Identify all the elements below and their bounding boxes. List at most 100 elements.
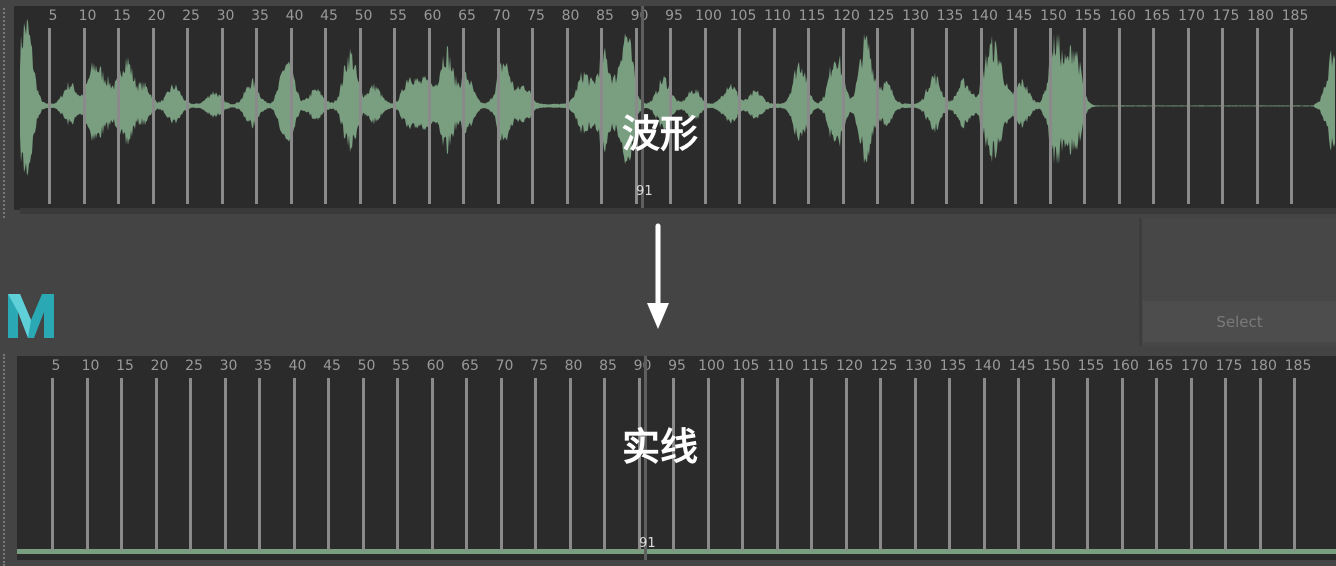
frame-label: 135 (939, 358, 967, 374)
frame-label: 10 (81, 358, 100, 374)
frame-tick (324, 28, 327, 204)
frame-tick (844, 378, 848, 550)
frame-tick (51, 378, 54, 550)
frame-label: 50 (354, 8, 373, 24)
frame-tick (876, 28, 879, 204)
frame-tick (807, 28, 810, 204)
frame-label: 90 (633, 358, 652, 374)
panel-grip[interactable] (3, 354, 9, 566)
frame-label: 150 (1043, 358, 1070, 374)
frame-label: 75 (530, 358, 548, 374)
frame-tick (1120, 378, 1124, 550)
frame-label: 15 (113, 8, 131, 24)
frame-label: 180 (1247, 8, 1274, 24)
frame-label: 110 (767, 358, 794, 374)
frame-tick (1258, 378, 1262, 550)
frame-tick (534, 378, 537, 550)
frame-tick (910, 28, 914, 204)
frame-tick (117, 28, 120, 204)
waveform-caption: 波形 (621, 112, 699, 156)
frame-label: 125 (867, 8, 895, 24)
frame-label: 170 (1178, 8, 1205, 24)
frame-tick (151, 28, 155, 204)
frame-label: 160 (1109, 8, 1136, 24)
frame-tick (289, 28, 293, 204)
frame-tick (810, 378, 813, 550)
frame-label: 40 (285, 8, 304, 24)
frame-label: 45 (320, 8, 338, 24)
frame-label: 160 (1112, 358, 1139, 374)
select-button[interactable]: Select (1143, 301, 1336, 342)
frame-tick (1255, 28, 1259, 204)
frame-tick (1290, 28, 1293, 204)
frame-label: 5 (48, 8, 58, 24)
frame-label: 80 (564, 358, 583, 374)
frame-label: 155 (1077, 358, 1105, 374)
frame-tick (982, 378, 986, 550)
frame-label: 55 (389, 8, 407, 24)
frame-tick (741, 378, 744, 550)
frame-label: 5 (51, 358, 61, 374)
frame-label: 15 (116, 358, 134, 374)
panel-grip[interactable] (3, 8, 9, 218)
solid-caption: 实线 (621, 425, 699, 469)
frame-label: 145 (1008, 358, 1036, 374)
frame-tick (1155, 378, 1158, 550)
frame-label: 155 (1074, 8, 1102, 24)
frame-tick (1224, 378, 1227, 550)
frame-tick (879, 378, 882, 550)
frame-tick (186, 28, 189, 204)
frame-tick (1017, 378, 1020, 550)
frame-tick (1014, 28, 1017, 204)
frame-label: 165 (1146, 358, 1174, 374)
frame-label: 175 (1212, 8, 1240, 24)
frame-label: 100 (698, 358, 725, 374)
frame-tick (775, 378, 779, 550)
frame-label: 105 (732, 358, 760, 374)
frame-tick (361, 378, 365, 550)
frame-label: 185 (1281, 8, 1309, 24)
frame-label: 20 (150, 358, 169, 374)
frame-tick (703, 28, 707, 204)
frame-label: 95 (665, 8, 683, 24)
frame-label: 50 (357, 358, 376, 374)
frame-label: 140 (971, 8, 998, 24)
time-slider-scrollbar[interactable] (20, 208, 1336, 214)
frame-label: 105 (729, 8, 757, 24)
frame-tick (255, 28, 258, 204)
frame-tick (841, 28, 845, 204)
frame-tick (979, 28, 983, 204)
frame-label: 35 (254, 358, 272, 374)
frame-label: 10 (78, 8, 97, 24)
frame-label: 40 (288, 358, 307, 374)
frame-tick (1221, 28, 1224, 204)
frame-label: 150 (1040, 8, 1067, 24)
frame-tick (358, 28, 362, 204)
frame-label: 115 (798, 8, 826, 24)
frame-label: 85 (599, 358, 617, 374)
frame-tick (48, 28, 51, 204)
middle-area: y x z persp Select (0, 218, 1336, 564)
frame-tick (430, 378, 434, 550)
frame-label: 85 (596, 8, 614, 24)
maya-logo (8, 294, 54, 338)
frame-label: 90 (630, 8, 649, 24)
frame-tick (120, 378, 123, 550)
frame-tick (1293, 378, 1296, 550)
frame-label: 115 (801, 358, 829, 374)
frame-label: 95 (668, 358, 686, 374)
frame-label: 180 (1250, 358, 1277, 374)
solid-audio-line (17, 549, 1336, 554)
current-frame-label: 91 (636, 184, 653, 199)
frame-tick (223, 378, 227, 550)
frame-tick (327, 378, 330, 550)
frame-tick (568, 378, 572, 550)
frame-tick (565, 28, 569, 204)
frame-tick (600, 28, 603, 204)
frame-label: 25 (182, 8, 200, 24)
frame-label: 55 (392, 358, 410, 374)
current-frame-label: 91 (639, 536, 656, 551)
frame-tick (1189, 378, 1193, 550)
solid-timeline-panel: 5 10 15 20 25 30 35 40 45 50 55 60 65 70 75 80 85 90 95 100… (0, 350, 1336, 566)
frame-tick (1083, 28, 1086, 204)
